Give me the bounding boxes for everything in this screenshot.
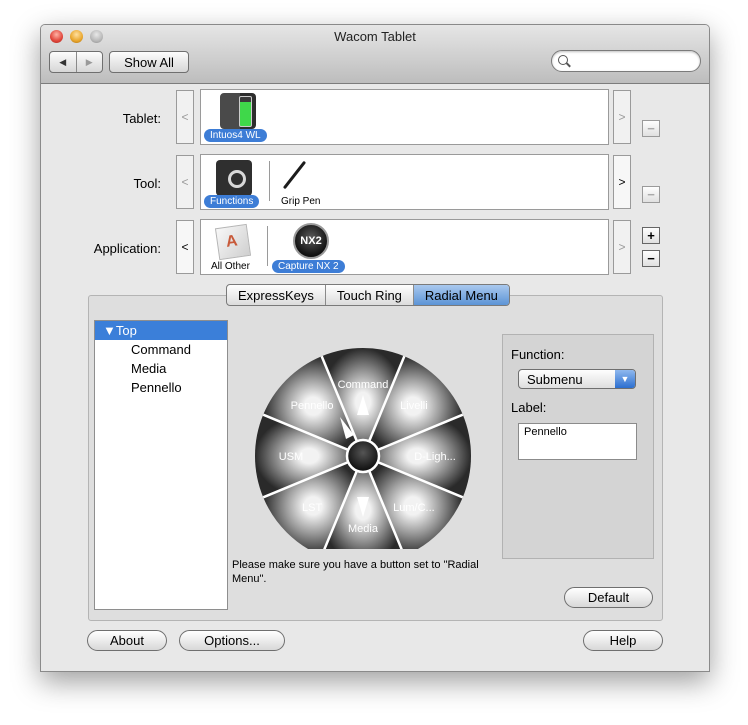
search-field[interactable] [551, 50, 701, 72]
tablet-scroll-left[interactable]: < [176, 90, 194, 144]
radial-segment-label: D-Ligh... [414, 451, 456, 463]
application-scroll-left[interactable]: < [176, 220, 194, 274]
tool-strip: Functions Grip Pen [200, 154, 609, 210]
application-add-button[interactable]: + [642, 227, 660, 244]
radial-segment-label: Media [348, 523, 379, 535]
search-icon [558, 55, 568, 65]
application-item-all-other[interactable]: All Other [211, 261, 250, 272]
capture-nx2-app-icon[interactable]: NX2 [293, 223, 329, 259]
function-label: Function: [511, 347, 565, 362]
tablet-label: Tablet: [122, 111, 161, 126]
pen-icon[interactable] [282, 160, 307, 190]
back-forward-control: ◀ ▶ [49, 51, 103, 73]
all-other-app-icon[interactable]: A [214, 223, 252, 261]
popup-arrows-icon: ▼ [615, 370, 635, 388]
radial-segment-label: Command [338, 379, 389, 391]
radial-segment-label: USM [279, 451, 303, 463]
preferences-window: Wacom Tablet ◀ ▶ Show All Tablet: < Intu… [40, 24, 710, 672]
tool-label: Tool: [133, 176, 161, 191]
tool-scroll-left[interactable]: < [176, 155, 194, 209]
tool-item-grip-pen[interactable]: Grip Pen [281, 196, 320, 207]
help-button[interactable]: Help [583, 630, 663, 651]
application-strip: A All Other NX2 Capture NX 2 [200, 219, 609, 275]
tablet-icon[interactable] [220, 93, 256, 129]
show-all-button[interactable]: Show All [109, 51, 189, 73]
app-glyph-icon: A [224, 232, 239, 251]
tree-item-pennello[interactable]: Pennello [95, 378, 227, 397]
tool-remove-button[interactable]: − [642, 186, 660, 203]
tree-item-command[interactable]: Command [95, 340, 227, 359]
application-label: Application: [93, 241, 161, 256]
radial-segment-label: Livelli [400, 400, 428, 412]
label-label: Label: [511, 400, 547, 415]
forward-arrow-icon[interactable]: ▶ [77, 52, 103, 72]
application-item-capture-nx2[interactable]: Capture NX 2 [272, 260, 345, 273]
application-remove-button[interactable]: − [642, 250, 660, 267]
function-popup[interactable]: Submenu ▼ [518, 369, 636, 389]
options-button[interactable]: Options... [179, 630, 285, 651]
tab-bar: ExpressKeys Touch Ring Radial Menu [226, 284, 510, 306]
ring-icon [228, 170, 246, 188]
tablet-item-intuos4[interactable]: Intuos4 WL [204, 129, 267, 142]
tree-item-top[interactable]: ▼Top [95, 321, 227, 340]
tab-touch-ring[interactable]: Touch Ring [326, 285, 414, 305]
radial-segment-label: LST [302, 502, 322, 514]
radial-menu-wheel[interactable]: Command Livelli D-Ligh... Lum/C... Media LST U… [254, 331, 472, 549]
menu-tree[interactable]: ▼Top Command Media Pennello [94, 320, 228, 610]
radial-segment-label: Pennello [291, 400, 334, 412]
default-button[interactable]: Default [564, 587, 653, 608]
tablet-remove-button[interactable]: − [642, 120, 660, 137]
radial-segment-label: Lum/C... [393, 502, 435, 514]
about-button[interactable]: About [87, 630, 167, 651]
tab-expresskeys[interactable]: ExpressKeys [227, 285, 326, 305]
back-arrow-icon[interactable]: ◀ [50, 52, 77, 72]
tab-radial-menu[interactable]: Radial Menu [413, 285, 509, 305]
function-value: Submenu [527, 372, 583, 387]
label-field[interactable]: Pennello [518, 423, 637, 460]
tool-item-functions[interactable]: Functions [204, 195, 260, 208]
divider [269, 161, 270, 201]
battery-icon [239, 96, 252, 127]
wheel-hub[interactable] [345, 438, 381, 474]
tablet-scroll-right[interactable]: > [613, 90, 631, 144]
tablet-strip: Intuos4 WL [200, 89, 609, 145]
search-input[interactable] [574, 53, 696, 69]
function-box: Function: Submenu ▼ Label: Pennello [502, 334, 654, 559]
functions-icon[interactable] [216, 160, 252, 196]
divider [267, 226, 268, 266]
radial-menu-note: Please make sure you have a button set t… [232, 559, 479, 585]
tree-item-media[interactable]: Media [95, 359, 227, 378]
window-title: Wacom Tablet [334, 29, 416, 44]
tool-scroll-right[interactable]: > [613, 155, 631, 209]
application-scroll-right[interactable]: > [613, 220, 631, 274]
title-bar: Wacom Tablet ◀ ▶ Show All [41, 25, 709, 84]
